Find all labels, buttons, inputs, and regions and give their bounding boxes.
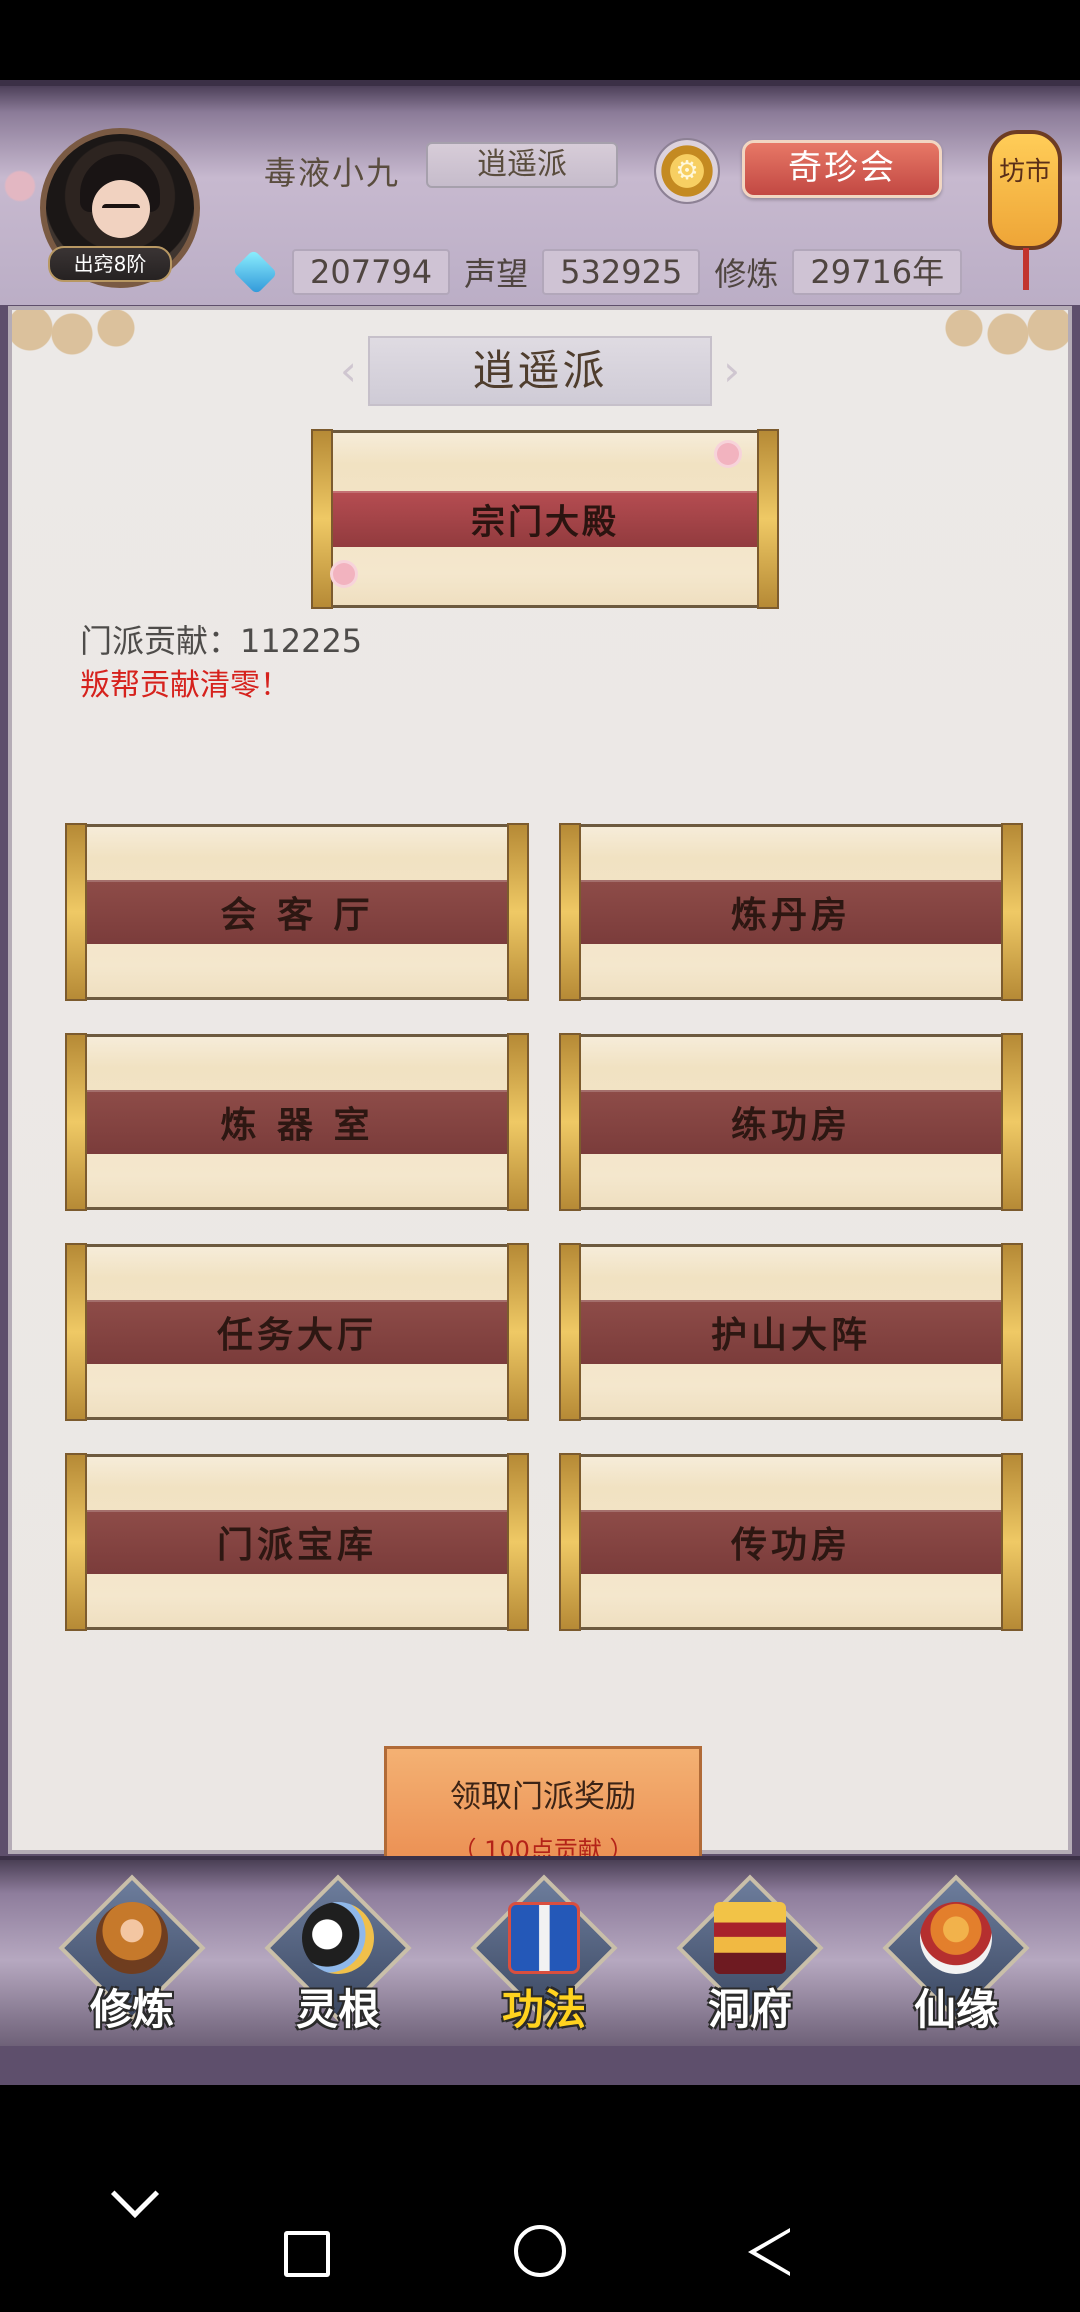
avatar-eyes	[102, 204, 140, 214]
cultivation-value: 29716年	[792, 249, 963, 295]
guest-hall-label: 会 客 厅	[220, 895, 374, 936]
alchemy-room-button[interactable]: 炼丹房	[559, 823, 1023, 1001]
status-bar	[0, 0, 1080, 80]
defect-warning: 叛帮贡献清零！	[80, 668, 290, 703]
tab-destiny-label: 仙缘	[913, 1985, 998, 2034]
chevron-down-icon[interactable]	[110, 2169, 160, 2219]
tab-cave-dwelling-label: 洞府	[707, 1985, 792, 2034]
tab-spirit-root-label: 灵根	[295, 1985, 380, 2034]
blossom-icon	[717, 443, 739, 465]
mission-hall-label: 任务大厅	[216, 1315, 377, 1356]
cloud-decoration-left	[12, 310, 180, 382]
contribution-label: 门派贡献：112225	[80, 622, 363, 660]
top-bar: 出窍8阶 毒液小九 逍遥派 ⚙ 奇珍会 坊市 207794 声望 532925 …	[0, 80, 1080, 305]
gem-value: 207794	[292, 249, 451, 295]
prestige-label: 声望	[464, 255, 529, 293]
forge-room-label: 炼 器 室	[220, 1105, 374, 1146]
transmission-room-label: 传功房	[730, 1525, 851, 1566]
mission-hall-button[interactable]: 任务大厅	[65, 1243, 529, 1421]
transmission-room-button[interactable]: 传功房	[559, 1453, 1023, 1631]
blossom-icon	[333, 563, 355, 585]
resource-stats: 207794 声望 532925 修炼 29716年	[232, 248, 963, 296]
training-room-button[interactable]: 练功房	[559, 1033, 1023, 1211]
tab-cave-dwelling[interactable]: 洞府	[670, 1874, 830, 2042]
forge-room-button[interactable]: 炼 器 室	[65, 1033, 529, 1211]
main-hall-button[interactable]: 宗门大殿	[311, 429, 779, 609]
left-chevron-icon: ‹	[340, 346, 357, 395]
faction-tag: 逍遥派	[426, 142, 618, 188]
gourd-icon	[920, 1902, 992, 1974]
gear-icon[interactable]: ⚙	[654, 138, 720, 204]
bottom-navigation: 修炼 灵根 功法 洞府 仙缘	[0, 1856, 1080, 2046]
recent-apps-icon[interactable]	[284, 2231, 330, 2277]
treasury-label: 门派宝库	[216, 1525, 377, 1566]
system-navigation-bar	[0, 2085, 1080, 2312]
pagoda-icon	[714, 1902, 786, 1974]
prestige-value: 532925	[542, 249, 701, 295]
yin-yang-icon	[302, 1902, 374, 1974]
treasury-button[interactable]: 门派宝库	[65, 1453, 529, 1631]
shop-lantern-button[interactable]: 坊市	[988, 130, 1062, 290]
cloud-decoration-right	[900, 310, 1068, 382]
book-icon	[508, 1902, 580, 1974]
panel-title: 逍遥派	[368, 336, 712, 406]
rank-badge: 出窍8阶	[48, 246, 172, 282]
panel-title-plaque: ‹ 逍遥派 ›	[340, 336, 740, 406]
meditation-icon	[96, 1902, 168, 1974]
right-chevron-icon: ›	[723, 346, 740, 395]
gem-icon	[232, 249, 278, 295]
main-hall-label: 宗门大殿	[471, 502, 619, 543]
tab-cultivate[interactable]: 修炼	[52, 1874, 212, 2042]
back-icon[interactable]	[748, 2228, 790, 2276]
guest-hall-button[interactable]: 会 客 厅	[65, 823, 529, 1001]
mountain-array-button[interactable]: 护山大阵	[559, 1243, 1023, 1421]
tab-techniques-label: 功法	[501, 1985, 586, 2034]
tab-cultivate-label: 修炼	[89, 1985, 174, 2034]
home-icon[interactable]	[514, 2225, 566, 2277]
claim-reward-title: 领取门派奖励	[450, 1779, 636, 1815]
tab-destiny[interactable]: 仙缘	[876, 1874, 1036, 2042]
faction-panel: ‹ 逍遥派 › 宗门大殿 门派贡献：112225 叛帮贡献清零！ 会 客 厅 炼…	[8, 306, 1072, 1896]
avatar-face	[92, 180, 150, 238]
mountain-array-label: 护山大阵	[710, 1315, 871, 1356]
tab-spirit-root[interactable]: 灵根	[258, 1874, 418, 2042]
alchemy-room-label: 炼丹房	[730, 895, 851, 936]
training-room-label: 练功房	[730, 1105, 851, 1146]
tab-techniques[interactable]: 功法	[464, 1874, 624, 2042]
market-button[interactable]: 奇珍会	[742, 140, 942, 198]
cultivation-label: 修炼	[714, 255, 779, 293]
game-screen: 出窍8阶 毒液小九 逍遥派 ⚙ 奇珍会 坊市 207794 声望 532925 …	[0, 80, 1080, 2085]
player-name: 毒液小九	[264, 154, 401, 192]
